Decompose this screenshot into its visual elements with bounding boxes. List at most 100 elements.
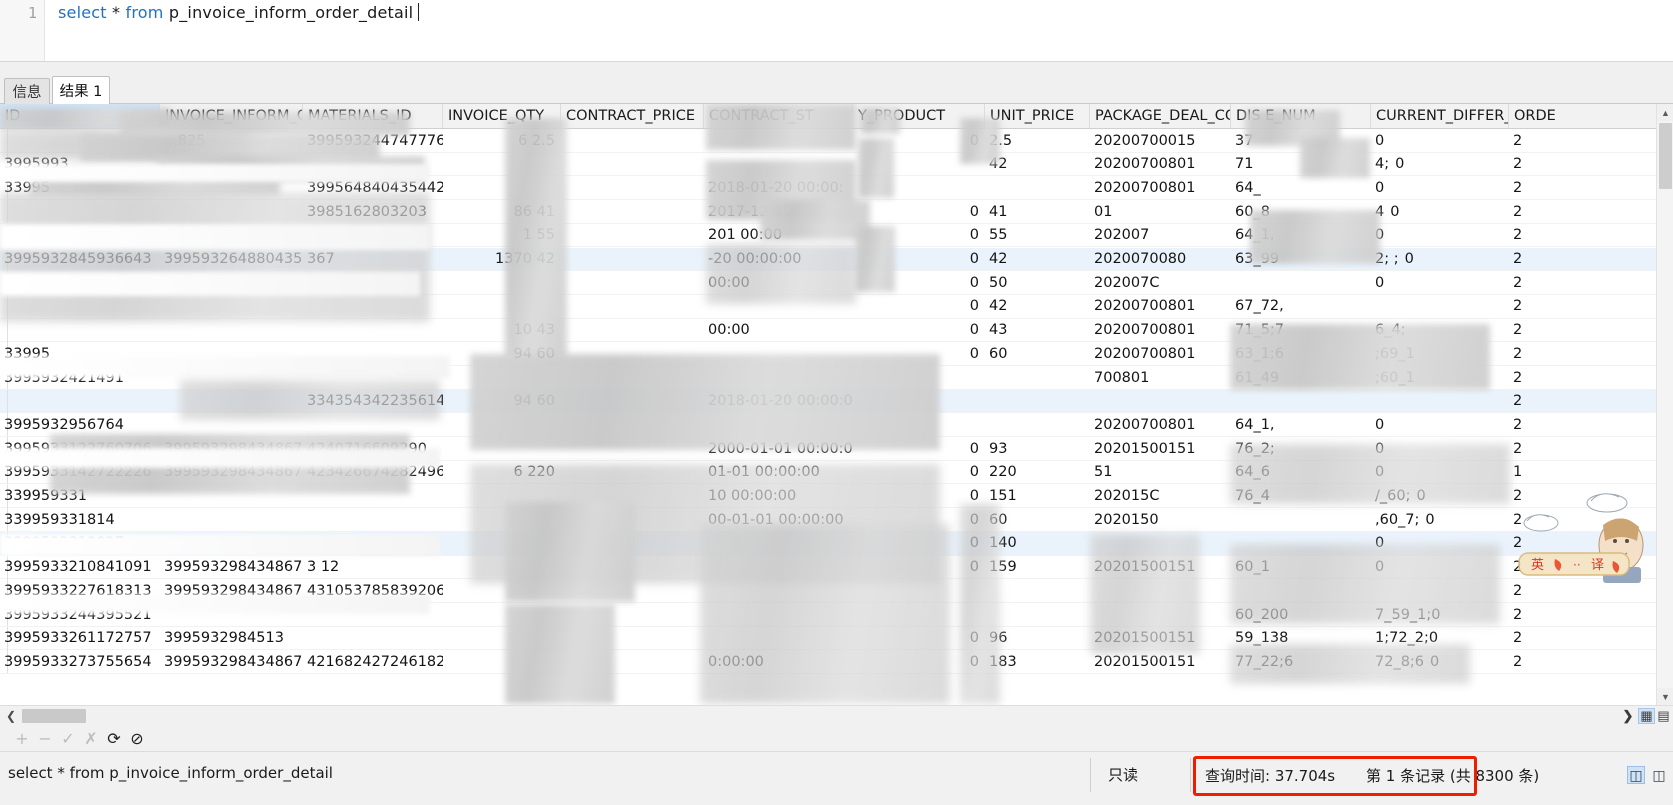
column-header-3[interactable]: INVOICE_QTY: [443, 104, 561, 128]
table-cell[interactable]: 2018-01-20 00:00:0: [704, 390, 853, 413]
table-cell[interactable]: 202007: [1090, 224, 1231, 247]
apply-changes-button[interactable]: ✓: [58, 728, 78, 748]
table-cell[interactable]: [303, 224, 443, 247]
table-cell[interactable]: 64_1,: [1231, 413, 1371, 436]
table-cell[interactable]: [303, 271, 443, 294]
table-cell[interactable]: 0: [853, 627, 985, 650]
table-cell[interactable]: 1;72_2;0: [1371, 627, 1509, 650]
stop-button[interactable]: ⊘: [127, 728, 147, 748]
table-cell[interactable]: [561, 366, 704, 389]
table-cell[interactable]: 202007C: [1090, 271, 1231, 294]
table-cell[interactable]: [1090, 603, 1231, 626]
table-cell[interactable]: 140: [985, 532, 1090, 555]
table-cell[interactable]: [160, 224, 303, 247]
table-cell[interactable]: [1231, 508, 1371, 531]
table-cell[interactable]: [1231, 532, 1371, 555]
table-cell[interactable]: [303, 319, 443, 342]
table-cell[interactable]: 1370 42: [443, 248, 561, 271]
table-cell[interactable]: 6 220: [443, 461, 561, 484]
table-cell[interactable]: [704, 532, 853, 555]
table-cell[interactable]: 64_1,: [1231, 224, 1371, 247]
table-cell[interactable]: 3 12: [303, 556, 443, 579]
table-row[interactable]: 3995933244395521 60_200 7_59_1;0 2: [0, 603, 1673, 627]
table-cell[interactable]: 40: [1371, 200, 1509, 223]
table-cell[interactable]: [303, 366, 443, 389]
table-cell[interactable]: [561, 579, 704, 602]
table-cell[interactable]: 33435434223561490702336: [303, 390, 443, 413]
table-cell[interactable]: [443, 508, 561, 531]
table-cell[interactable]: 362: [160, 271, 303, 294]
table-cell[interactable]: [1371, 295, 1509, 318]
table-row[interactable]: 362 00:00 0 50 202007C 0 2: [0, 271, 1673, 295]
table-cell[interactable]: 3995933122760706: [0, 437, 160, 460]
table-cell[interactable]: [561, 627, 704, 650]
table-cell[interactable]: [561, 461, 704, 484]
table-cell[interactable]: 0: [1371, 176, 1509, 199]
table-cell[interactable]: [561, 200, 704, 223]
table-cell[interactable]: [853, 176, 985, 199]
table-cell[interactable]: 4234266742824961: [303, 461, 443, 484]
table-cell[interactable]: [704, 342, 853, 365]
table-cell[interactable]: [561, 129, 704, 152]
table-cell[interactable]: [0, 271, 160, 294]
table-cell[interactable]: [303, 532, 443, 555]
table-cell[interactable]: 0: [1371, 556, 1509, 579]
table-cell[interactable]: 63_1;6: [1231, 342, 1371, 365]
column-header-7[interactable]: UNIT_PRICE: [985, 104, 1090, 128]
table-cell[interactable]: 3995933261172757: [0, 627, 160, 650]
table-cell[interactable]: [160, 413, 303, 436]
table-cell[interactable]: [1090, 390, 1231, 413]
form-view-button[interactable]: ▤: [1655, 708, 1672, 724]
table-cell[interactable]: 3995932421491: [0, 366, 160, 389]
table-cell[interactable]: [561, 532, 704, 555]
column-header-1[interactable]: INVOICE_INFORM_O: [160, 104, 303, 128]
table-cell[interactable]: 37: [1231, 129, 1371, 152]
table-cell[interactable]: 60: [985, 342, 1090, 365]
table-cell[interactable]: 0: [853, 271, 985, 294]
table-cell[interactable]: 33995: [0, 342, 160, 365]
table-cell[interactable]: [985, 176, 1090, 199]
table-cell[interactable]: [1090, 532, 1231, 555]
table-cell[interactable]: 64_: [1231, 176, 1371, 199]
table-cell[interactable]: [303, 508, 443, 531]
table-cell[interactable]: [443, 176, 561, 199]
table-cell[interactable]: [704, 556, 853, 579]
table-cell[interactable]: 0: [853, 650, 985, 673]
table-cell[interactable]: 55: [985, 224, 1090, 247]
table-cell[interactable]: [853, 390, 985, 413]
table-cell[interactable]: [985, 366, 1090, 389]
table-cell[interactable]: 183: [985, 650, 1090, 673]
table-cell[interactable]: 2: [1509, 295, 1657, 318]
table-cell[interactable]: [303, 295, 443, 318]
column-header-9[interactable]: DIS E_NUM: [1231, 104, 1371, 128]
toggle-panel-left-button[interactable]: ◫: [1627, 766, 1645, 784]
table-cell[interactable]: [1231, 390, 1371, 413]
table-cell[interactable]: 0: [853, 224, 985, 247]
column-header-5[interactable]: CONTRACT_ST: [704, 104, 853, 128]
table-cell[interactable]: 39956484043544230079900: [303, 176, 443, 199]
table-row[interactable]: 3995933273755654 3995932984348673 42168242…: [0, 650, 1673, 675]
table-cell[interactable]: 3995932984348673: [160, 556, 303, 579]
table-cell[interactable]: [561, 176, 704, 199]
table-cell[interactable]: 0:00:00: [704, 650, 853, 673]
table-cell[interactable]: [160, 295, 303, 318]
table-cell[interactable]: [704, 295, 853, 318]
table-cell[interactable]: 2: [1509, 650, 1657, 673]
table-cell[interactable]: [704, 366, 853, 389]
table-cell[interactable]: 4; 0: [1371, 153, 1509, 176]
table-cell[interactable]: 20200700801: [1090, 176, 1231, 199]
table-cell[interactable]: [561, 413, 704, 436]
table-cell[interactable]: 20200700015: [1090, 129, 1231, 152]
table-cell[interactable]: [561, 153, 704, 176]
table-cell[interactable]: 01: [1090, 200, 1231, 223]
table-cell[interactable]: [443, 650, 561, 673]
table-cell[interactable]: 01-01 00:00:00: [704, 461, 853, 484]
scroll-left-arrow-icon[interactable]: ❮: [2, 707, 20, 725]
table-cell[interactable]: [160, 153, 303, 176]
table-cell[interactable]: 159: [985, 556, 1090, 579]
table-cell[interactable]: [0, 129, 160, 152]
table-cell[interactable]: [561, 342, 704, 365]
table-cell[interactable]: 20201500151: [1090, 437, 1231, 460]
table-cell[interactable]: [704, 413, 853, 436]
table-cell[interactable]: 76_4: [1231, 485, 1371, 508]
